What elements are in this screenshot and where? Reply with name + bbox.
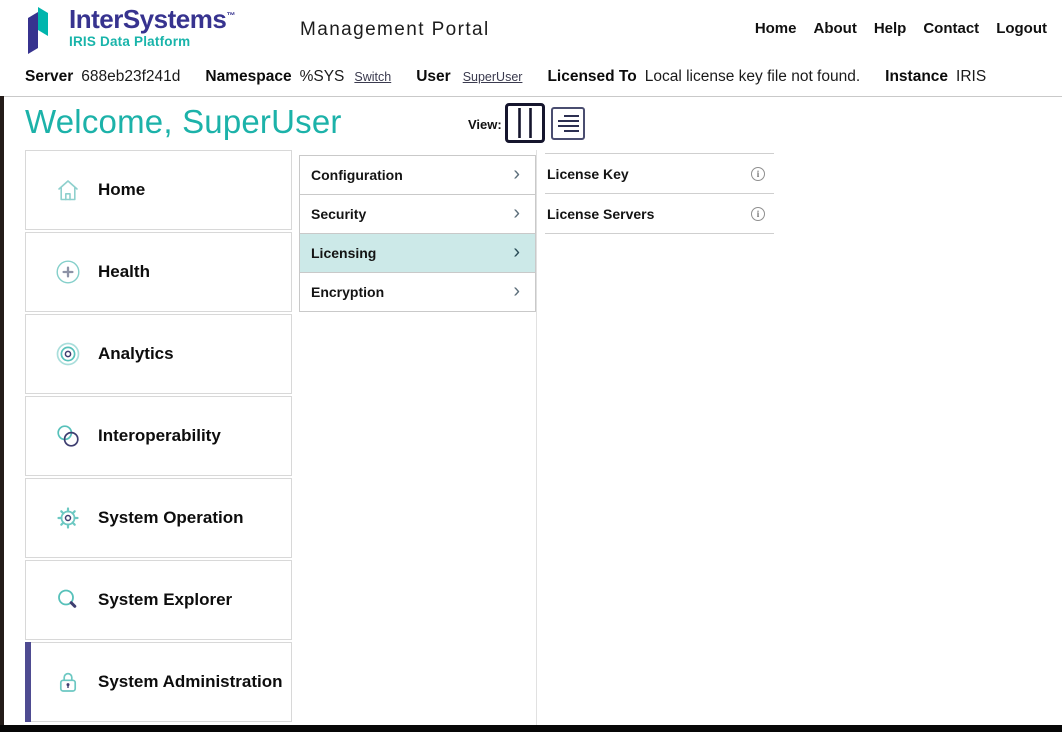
interoperability-icon — [55, 423, 81, 449]
columns-view-button[interactable] — [505, 103, 545, 143]
info-icon[interactable]: i — [751, 167, 765, 181]
home-icon — [55, 177, 81, 203]
sidebar-item-label: Home — [98, 180, 145, 200]
submenu-item-label: Configuration — [311, 167, 403, 183]
sidebar-item-label: Analytics — [98, 344, 174, 364]
sidebar-item-label: System Operation — [98, 508, 244, 528]
user-profile-link[interactable]: SuperUser — [463, 70, 523, 84]
sidebar-item-label: System Administration — [98, 672, 283, 692]
sidebar-item-label: Interoperability — [98, 426, 221, 446]
submenu-item-label: Licensing — [311, 245, 376, 261]
namespace-value: %SYS — [300, 68, 345, 86]
sidebar-item-home[interactable]: Home — [25, 150, 292, 230]
list-view-button[interactable] — [551, 107, 585, 140]
window-bottom-bar — [0, 725, 1062, 732]
nav-home-link[interactable]: Home — [755, 20, 797, 37]
chevron-right-icon: › — [513, 203, 520, 226]
sidebar-item-system-operation[interactable]: System Operation — [25, 478, 292, 558]
user-label: User — [416, 68, 450, 86]
system-explorer-icon — [55, 587, 81, 613]
licensed-to-value: Local license key file not found. — [645, 68, 860, 86]
brand-name: InterSystems™ — [69, 6, 235, 33]
welcome-bar: Welcome, SuperUser View: — [0, 97, 1062, 150]
namespace-label: Namespace — [205, 68, 291, 86]
detail-item-license-servers[interactable]: License Servers i — [545, 194, 774, 234]
server-value: 688eb23f241d — [81, 68, 180, 86]
submenu-item-security[interactable]: Security › — [299, 194, 536, 234]
detail-item-label: License Servers — [547, 206, 654, 222]
columns-view-icon — [508, 106, 542, 140]
analytics-icon — [55, 341, 81, 367]
nav-contact-link[interactable]: Contact — [923, 20, 979, 37]
brand-wordmark: InterSystems — [69, 4, 226, 34]
list-view-icon — [553, 109, 583, 138]
page-title: Management Portal — [300, 19, 490, 41]
submenu-item-licensing[interactable]: Licensing › — [299, 233, 536, 273]
selected-indicator-bar — [25, 642, 31, 722]
management-portal-page: InterSystems™ IRIS Data Platform Managem… — [0, 0, 1062, 732]
sidebar-item-label: System Explorer — [98, 590, 232, 610]
nav-help-link[interactable]: Help — [874, 20, 907, 37]
sidebar-item-system-administration[interactable]: System Administration — [25, 642, 292, 722]
column-divider — [536, 150, 537, 725]
sidebar-item-system-explorer[interactable]: System Explorer — [25, 560, 292, 640]
nav-logout-link[interactable]: Logout — [996, 20, 1047, 37]
health-icon — [55, 259, 81, 285]
top-header: InterSystems™ IRIS Data Platform Managem… — [0, 0, 1062, 58]
licensed-to-label: Licensed To — [547, 68, 636, 86]
nav-about-link[interactable]: About — [814, 20, 857, 37]
chevron-right-icon: › — [513, 242, 520, 265]
intersystems-logo: InterSystems™ IRIS Data Platform — [25, 6, 235, 54]
info-bar: Server 688eb23f241d Namespace %SYS Switc… — [0, 58, 1062, 97]
sidebar-item-analytics[interactable]: Analytics — [25, 314, 292, 394]
trademark-symbol: ™ — [226, 10, 235, 20]
info-icon[interactable]: i — [751, 207, 765, 221]
instance-value: IRIS — [956, 68, 986, 86]
sidebar-item-label: Health — [98, 262, 150, 282]
licensing-detail-menu: License Key i License Servers i — [545, 153, 774, 234]
submenu-item-configuration[interactable]: Configuration › — [299, 155, 536, 195]
detail-item-label: License Key — [547, 166, 629, 182]
submenu-item-label: Security — [311, 206, 366, 222]
brand-subtitle: IRIS Data Platform — [69, 34, 235, 49]
main-menu-sidebar: Home Health Analytics — [25, 150, 292, 724]
system-administration-submenu: Configuration › Security › Licensing › E… — [299, 155, 536, 312]
server-label: Server — [25, 68, 73, 86]
detail-item-license-key[interactable]: License Key i — [545, 154, 774, 194]
intersystems-logo-mark — [25, 6, 61, 54]
submenu-item-encryption[interactable]: Encryption › — [299, 272, 536, 312]
instance-label: Instance — [885, 68, 948, 86]
chevron-right-icon: › — [513, 281, 520, 304]
welcome-heading: Welcome, SuperUser — [25, 103, 342, 141]
top-nav: Home About Help Contact Logout — [755, 20, 1047, 37]
window-left-edge — [0, 96, 4, 732]
chevron-right-icon: › — [513, 164, 520, 187]
system-operation-icon — [55, 505, 81, 531]
system-administration-icon — [55, 669, 81, 695]
view-label: View: — [468, 117, 502, 132]
switch-namespace-link[interactable]: Switch — [354, 70, 391, 84]
sidebar-item-health[interactable]: Health — [25, 232, 292, 312]
submenu-item-label: Encryption — [311, 284, 384, 300]
sidebar-item-interoperability[interactable]: Interoperability — [25, 396, 292, 476]
